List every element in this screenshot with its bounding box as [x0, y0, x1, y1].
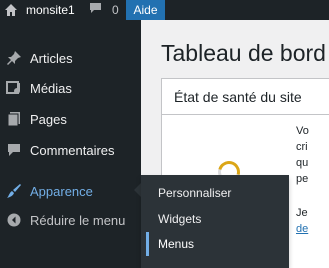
comment-bubble-icon [89, 0, 102, 20]
widget-text-fragment: cri [296, 141, 308, 153]
paintbrush-icon [5, 182, 23, 200]
admin-bar: monsite1 0 Aide [0, 0, 329, 20]
submenu-item-personnaliser[interactable]: Personnaliser [141, 180, 289, 206]
sidebar-item-label: Médias [30, 80, 72, 96]
pages-icon [5, 110, 23, 128]
submenu-item-widgets[interactable]: Widgets [141, 206, 289, 232]
pin-icon [5, 49, 23, 67]
sidebar-item-medias[interactable]: Médias [0, 73, 141, 103]
help-button[interactable]: Aide [126, 0, 165, 20]
widget-text-fragment: Je [296, 207, 308, 219]
sidebar-item-articles[interactable]: Articles [0, 43, 141, 73]
widget-text-fragment: Vo [296, 125, 309, 137]
widget-text-fragment: qu [296, 157, 309, 169]
comment-icon [5, 141, 23, 159]
site-name-link[interactable]: monsite1 [26, 0, 75, 20]
active-indicator [146, 232, 149, 256]
media-icon [5, 79, 23, 97]
submenu-pointer [134, 183, 141, 197]
sidebar-item-label: Pages [30, 111, 67, 127]
widget-text-fragment: pe [296, 173, 309, 185]
sidebar-item-label: Réduire le menu [30, 212, 126, 228]
sidebar-item-commentaires[interactable]: Commentaires [0, 135, 141, 165]
appearance-submenu: Personnaliser Widgets Menus [141, 175, 289, 268]
comments-count: 0 [112, 3, 119, 17]
sidebar-item-apparence[interactable]: Apparence [0, 176, 141, 206]
submenu-item-menus[interactable]: Menus [141, 231, 289, 257]
collapse-menu-button[interactable]: Réduire le menu [0, 205, 141, 235]
sidebar-item-label: Apparence [30, 183, 93, 199]
sidebar-item-label: Articles [30, 50, 73, 66]
submenu-item-label: Menus [158, 237, 195, 251]
collapse-icon [5, 211, 23, 229]
widget-title: État de santé du site [162, 79, 329, 115]
comments-link[interactable]: 0 [89, 0, 119, 20]
sidebar-item-pages[interactable]: Pages [0, 104, 141, 134]
wordpress-logo-icon[interactable] [4, 0, 20, 20]
widget-link-fragment[interactable]: de [296, 223, 308, 235]
sidebar-item-label: Commentaires [30, 142, 115, 158]
admin-sidebar: Articles Médias Pages Commentaires Appar… [0, 20, 141, 268]
page-title: Tableau de bord [161, 40, 326, 66]
